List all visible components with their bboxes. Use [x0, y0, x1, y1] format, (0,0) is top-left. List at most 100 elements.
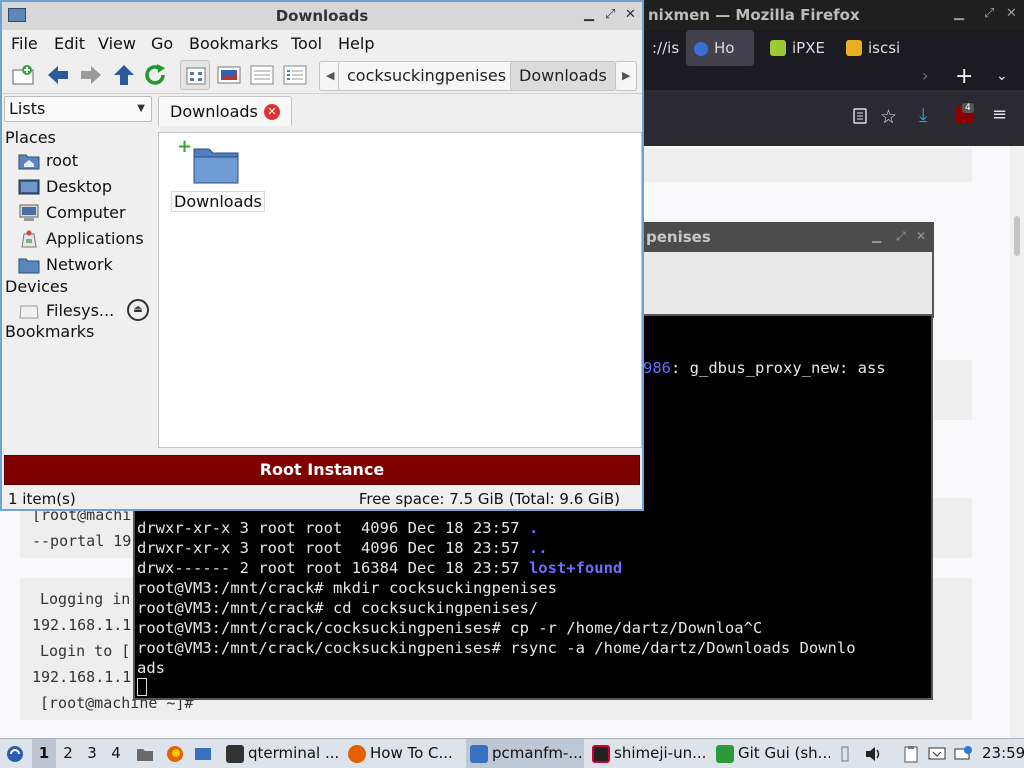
folder-icon	[470, 745, 488, 763]
firefox-title: nixmen — Mozilla Firefox	[648, 6, 860, 24]
tab-scroll-right-icon[interactable]: ›	[922, 66, 928, 85]
minimize-icon[interactable]: ▁	[872, 229, 881, 243]
firefox-tab[interactable]: iscsi	[838, 30, 902, 66]
screen-icon[interactable]	[928, 745, 946, 763]
firefox-tab[interactable]: ://is	[644, 30, 680, 66]
task-label: shimeji-un...	[614, 744, 706, 762]
ls-perm: drwxr-xr-x 3 root root 4096 Dec 18 23:57	[137, 539, 529, 557]
bookmark-star-icon[interactable]: ☆	[880, 106, 897, 128]
ls-line: drwxr-xr-x 3 root root 4096 Dec 18 23:57…	[137, 518, 538, 538]
firefox-tab-active[interactable]: Ho	[686, 30, 754, 66]
sidebar-item-label: Filesys...	[46, 301, 115, 320]
forward-arrow-icon[interactable]	[79, 64, 103, 86]
detailed-list-icon[interactable]	[283, 64, 307, 86]
workspace-1[interactable]: 1	[32, 739, 56, 768]
status-bar: 1 item(s) Free space: 7.5 GiB (Total: 9.…	[2, 488, 642, 510]
site-icon	[694, 42, 708, 56]
breadcrumb-scroll-right[interactable]: ▶	[615, 61, 638, 91]
start-menu-icon[interactable]	[6, 745, 24, 763]
tab-list-icon[interactable]: ⌄	[996, 68, 1008, 84]
devices-heading: Devices	[5, 277, 69, 296]
firefox-tab[interactable]: iPXE	[762, 30, 836, 66]
tab-label: ://is	[652, 39, 680, 57]
close-icon[interactable]: ✕	[1006, 6, 1017, 21]
menu-view[interactable]: View	[98, 34, 136, 53]
ls-line: drwxr-xr-x 3 root root 4096 Dec 18 23:57…	[137, 538, 548, 558]
thumbnail-view-icon[interactable]	[217, 64, 241, 86]
code-block	[934, 360, 972, 420]
folder-view[interactable]: + Downloads	[158, 132, 642, 448]
taskbar: 1 2 3 4 qterminal ... How To C... pcmanf…	[0, 738, 1024, 768]
background-window-titlebar: penises ▁ ⤢ ✕	[640, 222, 934, 252]
menu-bookmarks[interactable]: Bookmarks	[189, 34, 278, 53]
menu-edit[interactable]: Edit	[54, 34, 85, 53]
background-window-title: penises	[646, 228, 711, 246]
file-manager-launcher-icon[interactable]	[136, 745, 154, 763]
close-tab-icon[interactable]: ✕	[264, 104, 280, 120]
close-icon[interactable]: ✕	[625, 7, 636, 22]
scroll-thumb[interactable]	[1014, 216, 1020, 256]
firefox-scrollbar[interactable]	[1010, 146, 1024, 738]
sidebar-item-label: Applications	[46, 229, 144, 248]
menu-go[interactable]: Go	[151, 34, 173, 53]
tab-label: iscsi	[868, 39, 901, 57]
breadcrumb-item[interactable]: cocksuckingpenises	[338, 61, 516, 91]
compact-view-icon[interactable]	[250, 64, 274, 86]
maximize-icon[interactable]: ⤢	[605, 7, 615, 22]
new-emblem-icon: +	[177, 136, 193, 157]
maximize-icon[interactable]: ⤢	[896, 229, 906, 244]
clock[interactable]: 23:59	[982, 739, 1024, 768]
ipxe-icon	[770, 40, 786, 56]
volume-icon[interactable]	[864, 745, 882, 763]
maximize-icon[interactable]: ⤢	[984, 6, 994, 21]
workspace-3[interactable]: 3	[80, 739, 104, 768]
tab-downloads[interactable]: Downloads ✕	[158, 96, 292, 126]
task-qterminal[interactable]: qterminal ...	[222, 739, 340, 768]
side-pane-mode-select[interactable]: Lists ▼	[4, 96, 152, 122]
task-git-gui[interactable]: Git Gui (sh...	[712, 739, 830, 768]
command-line: ads	[137, 659, 165, 677]
up-arrow-icon[interactable]	[112, 64, 136, 86]
extension-badge: 4	[962, 103, 974, 113]
item-count: 1 item(s)	[8, 490, 76, 508]
free-space: Free space: 7.5 GiB (Total: 9.6 GiB)	[358, 490, 620, 508]
firefox-launcher-icon[interactable]	[166, 745, 184, 763]
menu-tool[interactable]: Tool	[291, 34, 322, 53]
new-tab-icon[interactable]	[12, 64, 36, 86]
file-manager-titlebar: Downloads ▁ ⤢ ✕	[2, 2, 642, 30]
sidebar-item-label: root	[46, 151, 79, 170]
icon-view-toggle[interactable]	[180, 60, 210, 90]
menu-icon[interactable]: ≡	[992, 104, 1007, 125]
code-block	[644, 148, 972, 182]
show-desktop-icon[interactable]	[194, 745, 212, 763]
places-heading: Places	[5, 128, 56, 147]
ls-dir-name: .	[528, 519, 539, 537]
task-pcmanfm[interactable]: pcmanfm-...	[466, 739, 584, 768]
bookmarks-heading: Bookmarks	[5, 322, 95, 341]
network-status-icon[interactable]	[954, 745, 972, 763]
terminal-icon	[226, 745, 244, 763]
tray-handle-icon[interactable]	[836, 745, 854, 763]
ls-line: drwx------ 2 root root 16384 Dec 18 23:5…	[137, 558, 622, 578]
menu-help[interactable]: Help	[338, 34, 374, 53]
breadcrumb-item-current[interactable]: Downloads	[510, 61, 616, 91]
close-icon[interactable]: ✕	[916, 229, 926, 243]
menu-file[interactable]: File	[11, 34, 38, 53]
back-arrow-icon[interactable]	[46, 64, 70, 86]
file-manager-title: Downloads	[275, 7, 369, 25]
minimize-icon[interactable]: ▁	[954, 6, 964, 21]
download-icon[interactable]: ⤓	[919, 104, 927, 126]
task-firefox[interactable]: How To C...	[344, 739, 462, 768]
file-item-downloads[interactable]: + Downloads	[171, 136, 265, 212]
task-shimeji[interactable]: shimeji-un...	[588, 739, 706, 768]
workspace-2[interactable]: 2	[56, 739, 80, 768]
tab-label: iPXE	[792, 39, 825, 57]
new-tab-icon[interactable]: +	[955, 64, 973, 89]
reload-icon[interactable]	[144, 64, 168, 86]
minimize-icon[interactable]: ▁	[584, 7, 594, 22]
reader-icon[interactable]	[852, 108, 868, 124]
task-label: Git Gui (sh...	[738, 744, 830, 762]
workspace-4[interactable]: 4	[104, 739, 128, 768]
eject-icon[interactable]: ⏏	[127, 299, 149, 321]
clipboard-icon[interactable]	[902, 745, 920, 763]
